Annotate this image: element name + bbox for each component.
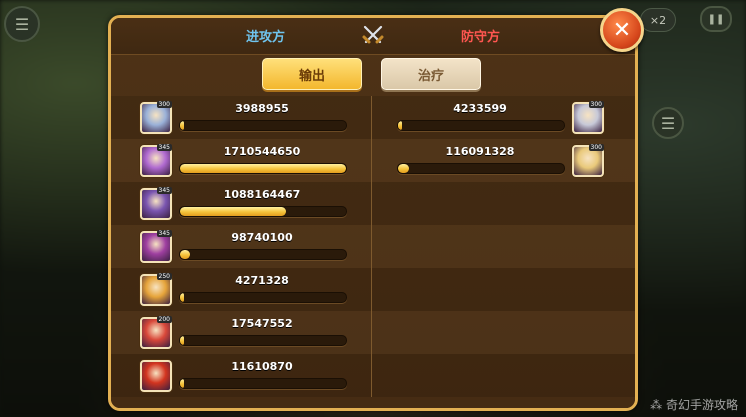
defender-bar [397, 120, 565, 131]
tab-output[interactable]: 输出 [262, 58, 362, 90]
bar-fill [180, 336, 184, 345]
attacker-bar [179, 292, 347, 303]
attacker-value: 1710544650 [223, 145, 301, 158]
attacker-value: 17547552 [231, 317, 293, 330]
attacker-avatar[interactable]: 250 [140, 273, 172, 306]
attacker-avatar[interactable]: 200 [140, 316, 172, 349]
speed-button[interactable]: ×2 [640, 8, 676, 32]
level-badge: 200 [156, 316, 172, 323]
bar-fill [398, 164, 410, 173]
defender-value: 116091328 [445, 145, 515, 158]
list-button[interactable]: ☰ [652, 107, 684, 139]
level-badge: 300 [588, 144, 604, 151]
level-badge: 300 [156, 101, 172, 108]
menu-button[interactable]: ☰ [4, 6, 40, 42]
defender-bar [397, 163, 565, 174]
watermark: ⁂ 奇幻手游攻略 [650, 398, 738, 412]
attacker-bar [179, 335, 347, 346]
attacker-value: 4271328 [235, 274, 289, 287]
defender-avatar[interactable]: 300 [572, 101, 604, 134]
attacker-bar [179, 163, 347, 174]
defender-avatar[interactable]: 300 [572, 144, 604, 177]
close-button[interactable]: ✕ [600, 8, 644, 52]
column-divider [371, 96, 372, 397]
tab-heal[interactable]: 治疗 [381, 58, 481, 90]
attacker-value: 3988955 [235, 102, 289, 115]
bar-fill [180, 379, 184, 388]
level-badge: 345 [156, 230, 172, 237]
attacker-avatar[interactable]: 345 [140, 230, 172, 263]
level-badge: 345 [156, 187, 172, 194]
attacker-bar [179, 206, 347, 217]
close-x-icon: ✕ [612, 17, 632, 43]
panel-header: 进攻方 防守方 [111, 18, 635, 55]
level-badge: 250 [156, 273, 172, 280]
attack-side-title: 进攻方 [246, 30, 286, 45]
attacker-bar [179, 249, 347, 260]
level-badge: 300 [588, 101, 604, 108]
pause-button[interactable]: ❚❚ [700, 6, 732, 32]
attacker-value: 11610870 [231, 360, 293, 373]
crossed-swords-icon [362, 25, 384, 44]
bar-fill [180, 164, 346, 173]
bar-fill [180, 250, 190, 259]
attacker-avatar[interactable]: 345 [140, 144, 172, 177]
defend-side-title: 防守方 [461, 30, 501, 45]
defender-value: 4233599 [453, 102, 507, 115]
panel-body: 进攻方 防守方 输出 治疗 300 3988955 345 1710544650 345… [111, 18, 635, 408]
attacker-bar [179, 120, 347, 131]
attacker-avatar[interactable]: 300 [140, 101, 172, 134]
bar-fill [180, 121, 184, 130]
level-badge: 345 [156, 144, 172, 151]
bar-fill [180, 207, 286, 216]
attacker-bar [179, 378, 347, 389]
battle-stats-panel: 进攻方 防守方 输出 治疗 300 3988955 345 1710544650 345… [108, 15, 638, 411]
attacker-avatar[interactable] [140, 360, 172, 392]
attacker-value: 98740100 [231, 231, 293, 244]
bar-fill [180, 293, 184, 302]
bar-fill [398, 121, 402, 130]
attacker-value: 1088164467 [223, 188, 301, 201]
attacker-avatar[interactable]: 345 [140, 187, 172, 220]
